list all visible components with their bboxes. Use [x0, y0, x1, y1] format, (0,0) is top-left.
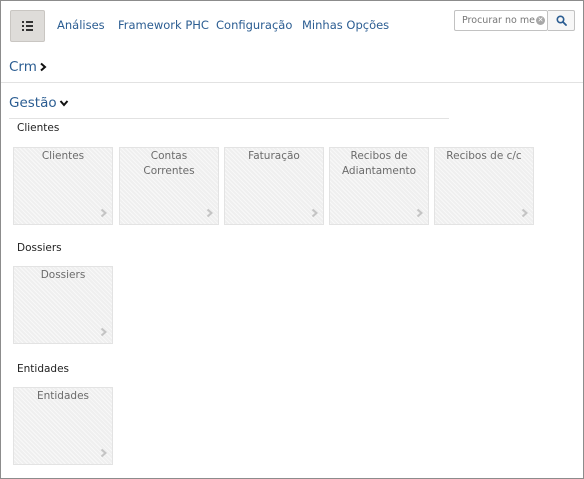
clear-icon[interactable]: ✕: [536, 16, 545, 25]
app-window: Análises Framework PHC Configuração Minh…: [0, 0, 584, 479]
breadcrumb-crm[interactable]: Crm: [9, 59, 47, 75]
search-icon: [555, 15, 567, 26]
nav-link-minhas-opcoes[interactable]: Minhas Opções: [302, 18, 389, 32]
tile-label: Contas Correntes: [143, 150, 195, 177]
tile-faturacao[interactable]: Faturação: [224, 147, 324, 225]
chevron-right-icon: [100, 327, 107, 337]
tile-label: Recibos de c/c: [446, 150, 522, 162]
group-title-dossiers: Dossiers: [17, 242, 62, 254]
tile-label: Faturação: [248, 150, 300, 162]
tile-label: Clientes: [41, 150, 85, 162]
tile-label: Entidades: [36, 390, 90, 402]
top-navbar: Análises Framework PHC Configuração Minh…: [1, 1, 583, 49]
tile-contas-correntes[interactable]: Contas Correntes: [119, 147, 219, 225]
section-toggle-gestao[interactable]: Gestão: [9, 95, 69, 111]
nav-link-configuracao[interactable]: Configuração: [216, 18, 292, 32]
tile-recibos-de-adiantamento[interactable]: Recibos de Adiantamento: [329, 147, 429, 225]
chevron-right-icon: [100, 208, 107, 218]
search-box: ✕: [454, 10, 548, 31]
divider: [1, 82, 583, 83]
chevron-right-icon: [40, 62, 47, 72]
group-title-clientes: Clientes: [17, 122, 60, 134]
section-divider: [9, 118, 449, 119]
nav-link-framework-phc[interactable]: Framework PHC: [118, 18, 209, 32]
breadcrumb-label: Crm: [9, 59, 37, 75]
group-title-entidades: Entidades: [17, 363, 70, 375]
chevron-right-icon: [100, 448, 107, 458]
tile-label: Dossiers: [40, 269, 86, 281]
menu-toggle-button[interactable]: [10, 10, 45, 42]
list-icon: [22, 21, 33, 31]
chevron-down-icon: [59, 100, 68, 107]
search-button[interactable]: [548, 10, 575, 31]
chevron-right-icon: [416, 208, 423, 218]
nav-link-analises[interactable]: Análises: [57, 18, 105, 32]
section-label: Gestão: [9, 95, 57, 111]
chevron-right-icon: [311, 208, 318, 218]
tile-entidades[interactable]: Entidades: [13, 387, 113, 465]
chevron-right-icon: [521, 208, 528, 218]
tile-clientes[interactable]: Clientes: [13, 147, 113, 225]
tile-recibos-de-cc[interactable]: Recibos de c/c: [434, 147, 534, 225]
tile-label: Recibos de Adiantamento: [341, 150, 417, 177]
tile-dossiers[interactable]: Dossiers: [13, 266, 113, 344]
search-input[interactable]: [455, 11, 535, 30]
chevron-right-icon: [206, 208, 213, 218]
